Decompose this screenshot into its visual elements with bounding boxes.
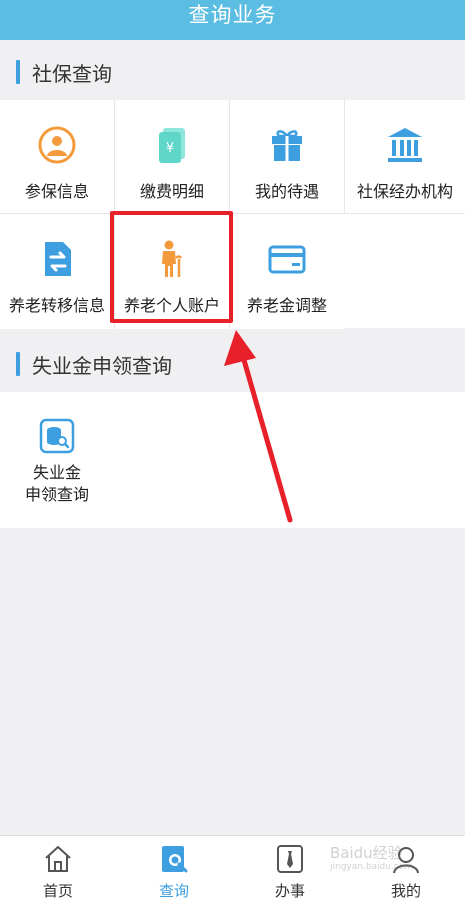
grid-item-pension-adjustment[interactable]: 养老金调整 bbox=[230, 214, 344, 329]
nav-label: 办事 bbox=[274, 882, 305, 900]
home-icon bbox=[45, 846, 71, 872]
page-title: 查询业务 bbox=[188, 3, 277, 27]
grid-item-label: 参保信息 bbox=[24, 182, 89, 201]
page: 查询业务 社保查询 参保信息 ¥ 缴费明细 我的待遇 社保经办机构 养老转移信息… bbox=[0, 0, 465, 900]
grid-item-label: 养老转移信息 bbox=[8, 296, 105, 315]
grid-divider bbox=[344, 100, 345, 214]
transfer-icon bbox=[37, 239, 77, 279]
section-header-unemployment: 失业金申领查询 bbox=[0, 336, 465, 392]
watermark: Baidu经验 jingyan.baidu.com bbox=[330, 846, 450, 886]
grid-item-label: 养老金调整 bbox=[246, 296, 327, 315]
label-line-2: 申领查询 bbox=[24, 485, 89, 504]
watermark-sub: jingyan.baidu.com bbox=[330, 862, 414, 872]
grid-item-label: 社保经办机构 bbox=[356, 182, 453, 201]
watermark-text: Baidu经验 bbox=[330, 844, 403, 862]
svg-text:¥: ¥ bbox=[166, 141, 174, 156]
section-title-social: 社保查询 bbox=[32, 61, 112, 86]
grid-divider bbox=[0, 213, 465, 214]
social-grid: 参保信息 ¥ 缴费明细 我的待遇 社保经办机构 养老转移信息 养老个人账户 养老… bbox=[0, 100, 465, 329]
institution-icon bbox=[385, 125, 425, 165]
person-badge-icon bbox=[37, 125, 77, 165]
grid-item-insured-info[interactable]: 参保信息 bbox=[0, 100, 114, 215]
elderly-icon bbox=[152, 239, 192, 279]
database-search-icon bbox=[39, 418, 75, 454]
nav-item-query[interactable]: 查询 bbox=[116, 836, 232, 900]
grid-item-my-benefits[interactable]: 我的待遇 bbox=[230, 100, 344, 215]
section-accent-bar bbox=[16, 352, 20, 376]
grid-item-unemployment-query[interactable]: 失业金 申领查询 bbox=[0, 392, 114, 528]
grid-item-pension-account[interactable]: 养老个人账户 bbox=[115, 214, 229, 329]
nav-label: 首页 bbox=[42, 882, 73, 900]
tie-icon bbox=[277, 845, 303, 873]
unemployment-grid: 失业金 申领查询 bbox=[0, 392, 465, 528]
grid-item-label: 养老个人账户 bbox=[123, 296, 220, 315]
grid-item-label: 失业金 申领查询 bbox=[7, 462, 107, 506]
gift-icon bbox=[267, 125, 307, 165]
app-header: 查询业务 bbox=[0, 0, 465, 40]
section-header-social: 社保查询 bbox=[0, 44, 465, 100]
grid-item-pension-transfer[interactable]: 养老转移信息 bbox=[0, 214, 114, 329]
fee-document-icon: ¥ bbox=[152, 125, 192, 165]
grid-item-social-agency[interactable]: 社保经办机构 bbox=[345, 100, 465, 215]
card-icon bbox=[267, 239, 307, 279]
label-line-1: 失业金 bbox=[32, 463, 81, 482]
grid-item-label: 我的待遇 bbox=[254, 182, 319, 201]
grid-item-payment-details[interactable]: ¥ 缴费明细 bbox=[115, 100, 229, 215]
grid-divider bbox=[114, 100, 115, 328]
section-title-unemployment: 失业金申领查询 bbox=[32, 353, 172, 378]
grid-divider bbox=[229, 100, 230, 328]
grid-item-label: 缴费明细 bbox=[139, 182, 204, 201]
section-accent-bar bbox=[16, 60, 20, 84]
nav-item-home[interactable]: 首页 bbox=[0, 836, 116, 900]
nav-label: 查询 bbox=[158, 882, 189, 900]
search-doc-icon bbox=[162, 846, 188, 873]
